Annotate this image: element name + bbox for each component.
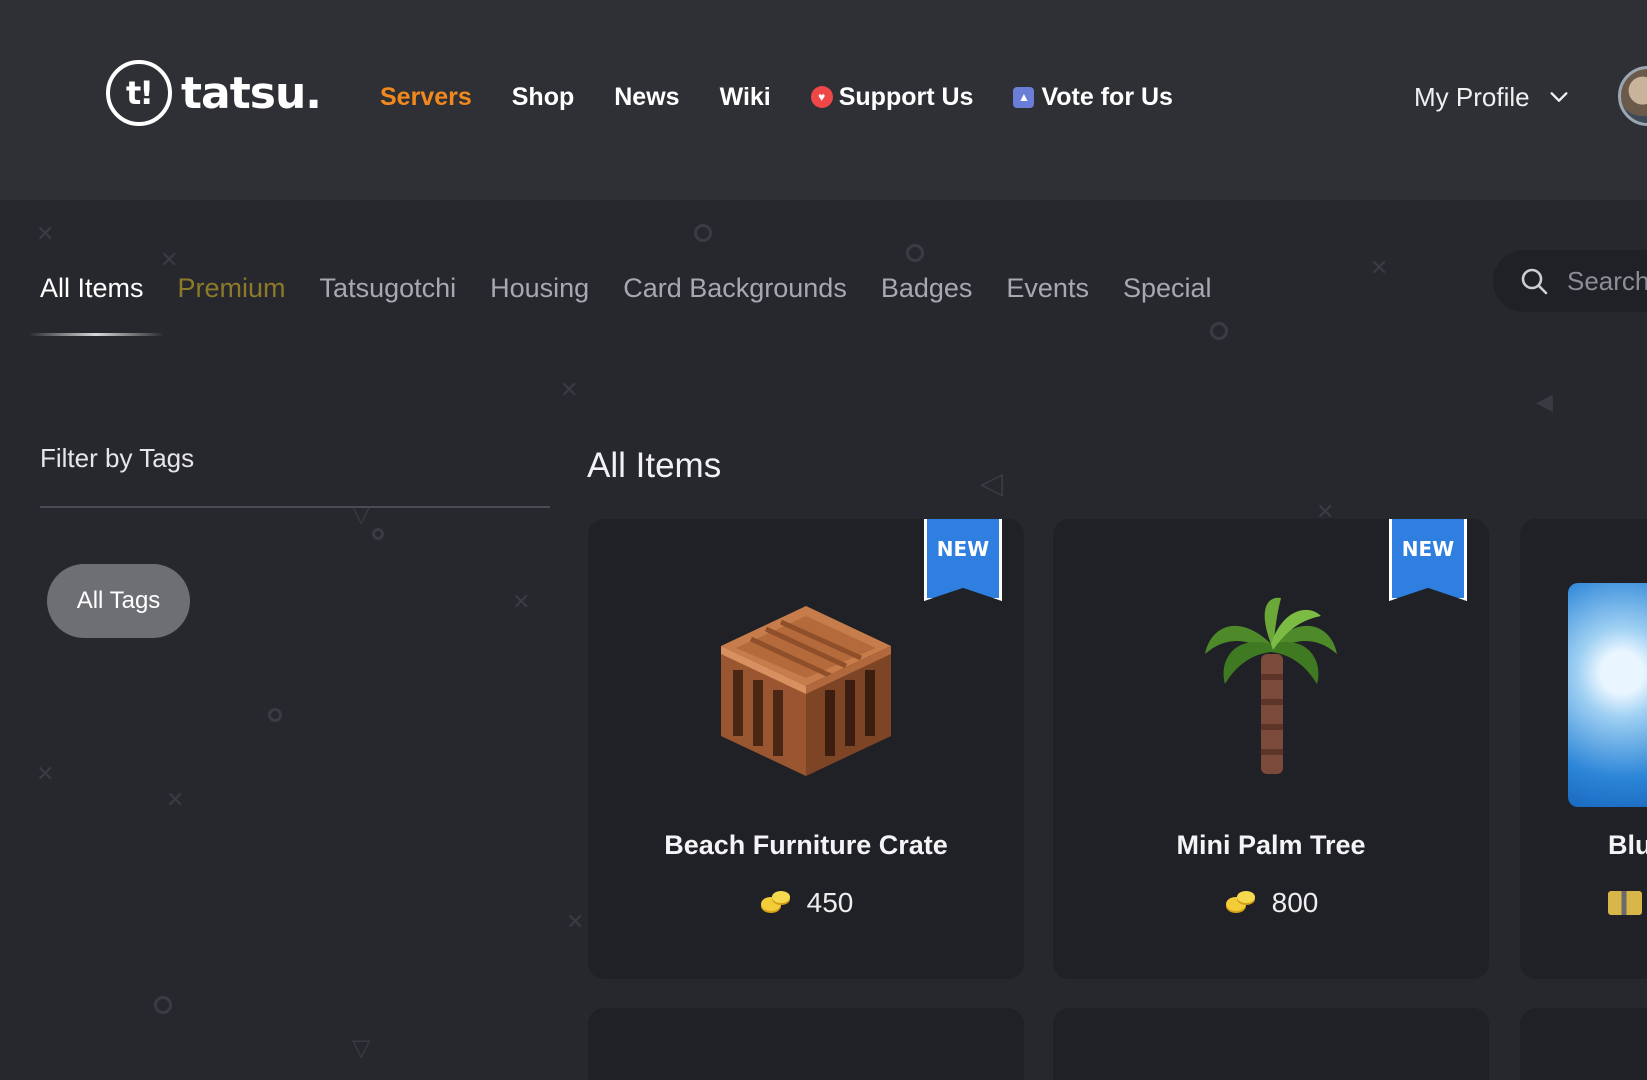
item-name: Mini Palm Tree bbox=[1176, 830, 1366, 860]
filter-by-tags-heading: Filter by Tags bbox=[40, 443, 195, 473]
nav-shop[interactable]: Shop bbox=[512, 83, 575, 112]
decor-triangle-icon: ◁ bbox=[980, 466, 1004, 501]
tab-card-backgrounds[interactable]: Card Backgrounds bbox=[623, 273, 847, 304]
tab-all-items[interactable]: All Items bbox=[40, 273, 144, 304]
logo-mark: t! bbox=[106, 60, 172, 126]
decor-cross-icon: ✕ bbox=[1370, 256, 1389, 281]
category-tabs: All Items Premium Tatsugotchi Housing Ca… bbox=[40, 268, 1246, 308]
decor-circle-icon bbox=[154, 996, 172, 1014]
item-card[interactable] bbox=[1053, 1008, 1489, 1080]
tab-events[interactable]: Events bbox=[1006, 273, 1089, 304]
crate-icon bbox=[588, 589, 1024, 789]
decor-cross-icon: ✕ bbox=[166, 788, 185, 813]
nav-vote-for-us[interactable]: ▲ Vote for Us bbox=[1013, 83, 1173, 112]
price-value: 800 bbox=[1271, 887, 1319, 918]
decor-cross-icon: ✕ bbox=[36, 762, 55, 787]
decor-cross-icon: ✕ bbox=[560, 378, 579, 403]
nav-servers-label: Servers bbox=[380, 82, 472, 111]
heart-badge-icon: ♥ bbox=[810, 86, 833, 108]
tab-special[interactable]: Special bbox=[1123, 273, 1212, 304]
logo-wordmark: tatsu. bbox=[181, 67, 322, 119]
nav-news-label: News bbox=[614, 82, 680, 111]
item-price: 450 bbox=[588, 887, 1024, 919]
decor-circle-icon bbox=[268, 708, 282, 722]
nav-wiki[interactable]: Wiki bbox=[720, 83, 771, 112]
item-card[interactable] bbox=[1520, 1008, 1647, 1080]
gold-coins-icon bbox=[1225, 891, 1255, 913]
item-card-beach-furniture-crate[interactable]: NEW Beach Furniture Crate 450 bbox=[588, 519, 1024, 979]
search-icon bbox=[1521, 268, 1548, 295]
shop-page: ✕ ✕ ✕ ✕ ✕ ✕ ✕ ✕ ✕ ◁ ◀ ▽ ▽ t! tatsu. Serv… bbox=[0, 0, 1647, 1080]
decor-cross-icon: ✕ bbox=[512, 590, 531, 615]
nav-shop-label: Shop bbox=[511, 82, 575, 111]
price-value: 450 bbox=[806, 887, 854, 918]
nav-support-us-label: Support Us bbox=[838, 82, 974, 111]
avatar[interactable] bbox=[1618, 66, 1647, 126]
tab-badges[interactable]: Badges bbox=[881, 273, 973, 304]
nav-support-us[interactable]: ♥ Support Us bbox=[810, 82, 974, 112]
sky-background-image bbox=[1568, 583, 1647, 807]
active-tab-indicator bbox=[28, 333, 164, 336]
search-box[interactable] bbox=[1493, 250, 1647, 312]
my-profile-label: My Profile bbox=[1414, 81, 1530, 112]
my-profile-dropdown[interactable]: My Profile bbox=[1414, 78, 1570, 116]
main-nav: Servers Shop News Wiki ♥ Support Us ▲ Vo… bbox=[380, 78, 1213, 116]
top-navigation-bar: t! tatsu. Servers Shop News Wiki ♥ Suppo… bbox=[0, 0, 1647, 200]
tab-premium[interactable]: Premium bbox=[178, 273, 286, 304]
nav-vote-for-us-label: Vote for Us bbox=[1041, 82, 1173, 111]
decor-circle-icon bbox=[906, 244, 924, 262]
item-card-blue-background[interactable]: Blu bbox=[1520, 519, 1647, 979]
decor-cross-icon: ✕ bbox=[566, 910, 585, 935]
gold-coins-icon bbox=[760, 891, 790, 913]
ticket-icon bbox=[1608, 891, 1642, 915]
nav-wiki-label: Wiki bbox=[719, 82, 771, 111]
tatsu-logo[interactable]: t! tatsu. bbox=[106, 60, 322, 126]
filter-divider bbox=[40, 506, 550, 508]
decor-triangle-icon: ◀ bbox=[1536, 390, 1553, 415]
nav-servers[interactable]: Servers bbox=[380, 83, 472, 112]
vote-arrow-icon: ▲ bbox=[1013, 86, 1035, 108]
search-input[interactable] bbox=[1567, 265, 1647, 297]
decor-circle-icon bbox=[372, 528, 384, 540]
decor-circle-icon bbox=[1210, 322, 1228, 340]
item-card-mini-palm-tree[interactable]: NEW Mini Palm Tree 800 bbox=[1053, 519, 1489, 979]
decor-triangle-icon: ▽ bbox=[352, 500, 371, 528]
chevron-down-icon bbox=[1550, 92, 1568, 102]
item-name: Blu bbox=[1608, 830, 1647, 860]
tag-all-tags[interactable]: All Tags bbox=[47, 564, 190, 638]
decor-triangle-icon: ▽ bbox=[352, 1034, 371, 1062]
nav-news[interactable]: News bbox=[614, 83, 679, 112]
tab-housing[interactable]: Housing bbox=[490, 273, 589, 304]
decor-circle-icon bbox=[694, 224, 712, 242]
decor-cross-icon: ✕ bbox=[36, 222, 55, 247]
palm-tree-icon bbox=[1053, 589, 1489, 789]
item-price: 800 bbox=[1053, 887, 1489, 919]
tab-tatsugotchi[interactable]: Tatsugotchi bbox=[320, 273, 457, 304]
item-card[interactable] bbox=[588, 1008, 1024, 1080]
item-name: Beach Furniture Crate bbox=[664, 830, 948, 860]
section-title: All Items bbox=[587, 446, 722, 485]
